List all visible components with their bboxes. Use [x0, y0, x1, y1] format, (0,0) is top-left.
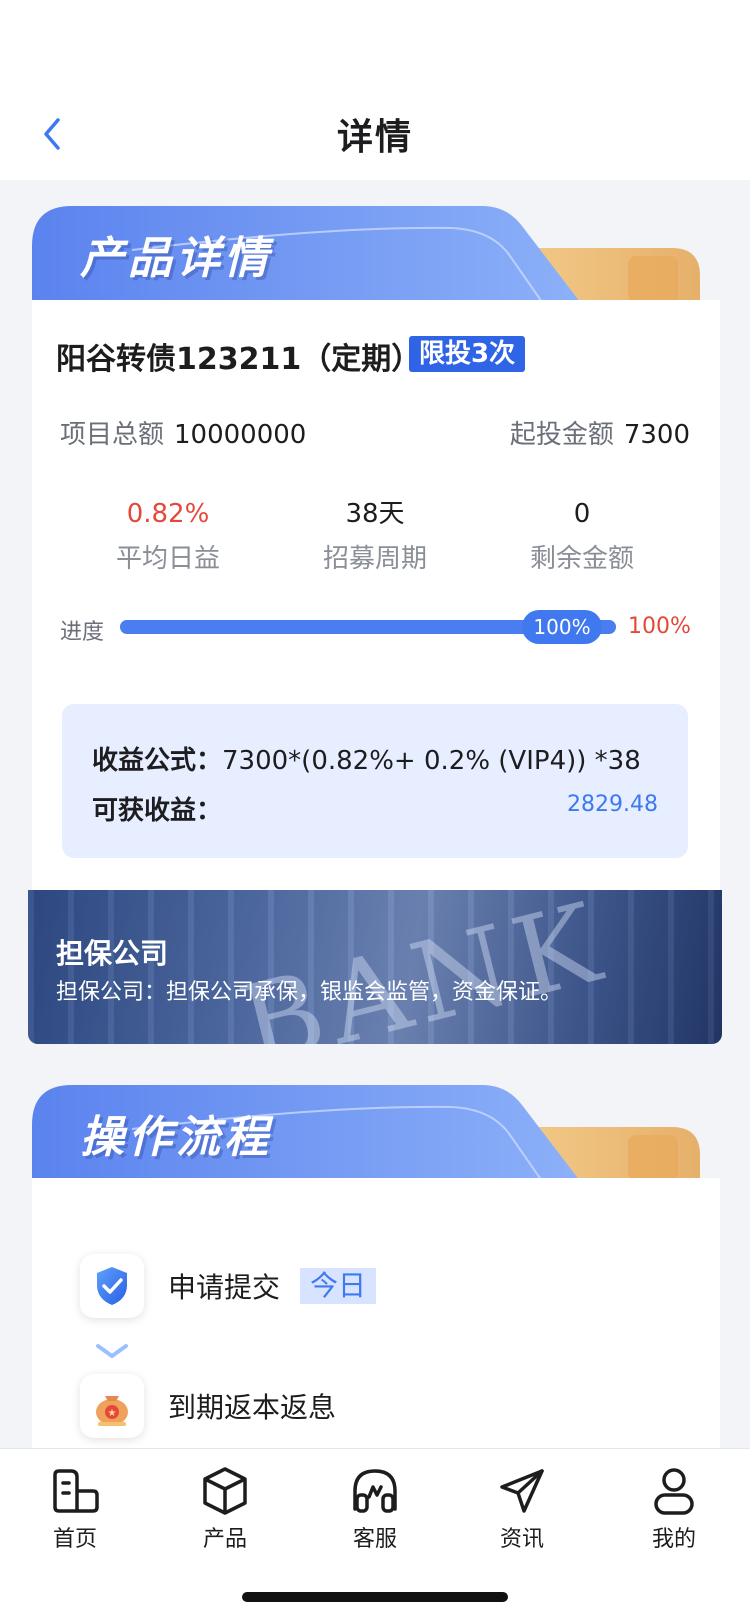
step-tag-today: 今日 [300, 1268, 377, 1304]
process-header: 操作流程 [80, 1112, 272, 1163]
progress-label: 进度 [60, 620, 105, 645]
stat-value: 0 [573, 499, 591, 529]
min-amount-label: 起投金额 [509, 420, 614, 450]
formula-box: 收益公式：7300*(0.82%+ 0.2% (VIP4)) *38 可获收益：… [62, 704, 688, 858]
nav-bar: 详情 [0, 88, 750, 180]
stat-value: 38天 [345, 499, 405, 529]
page-title: 详情 [336, 117, 413, 158]
tab-home[interactable]: 首页 [25, 1465, 125, 1553]
min-amount: 起投金额 7300 [510, 414, 690, 451]
step-label: 申请提交 [168, 1271, 281, 1304]
stat-period: 38天 招募周期 [275, 496, 475, 575]
min-amount-value: 7300 [623, 420, 690, 450]
guarantee-banner: BANK 担保公司 担保公司：担保公司承保，银监会监管，资金保证。 [28, 890, 722, 1044]
total-amount: 项目总额 10000000 [60, 414, 306, 451]
step-maturity: ★ 到期返本返息 [80, 1374, 336, 1438]
tab-service[interactable]: 客服 [325, 1465, 425, 1553]
tab-label: 资讯 [499, 1527, 544, 1552]
tab-label: 客服 [352, 1527, 397, 1552]
product-name: 阳谷转债123211（定期） [56, 342, 422, 377]
tab-label: 首页 [52, 1527, 97, 1552]
tab-news[interactable]: 资讯 [472, 1465, 572, 1553]
formula-label: 收益公式： [92, 746, 223, 776]
progress-percent: 100% [628, 614, 691, 639]
headset-icon [353, 1469, 397, 1513]
formula-value: 7300*(0.82%+ 0.2% (VIP4)) *38 [222, 746, 641, 776]
stat-caption: 平均日益 [115, 544, 220, 574]
status-bar [0, 0, 750, 88]
progress-bubble: 100% [522, 610, 602, 644]
home-indicator [242, 1592, 508, 1602]
gain-row: 可获收益： [92, 790, 222, 827]
paper-plane-icon [500, 1469, 544, 1513]
step-apply: 申请提交 今日 [80, 1254, 377, 1318]
product-detail-header: 产品详情 [80, 233, 272, 284]
product-detail-banner: 产品详情 [32, 206, 720, 302]
stat-value: 0.82% [126, 499, 210, 529]
guarantee-title: 担保公司 [56, 937, 169, 970]
total-amount-value: 10000000 [174, 420, 307, 450]
guarantee-desc: 担保公司：担保公司承保，银监会监管，资金保证。 [56, 980, 563, 1005]
process-banner: 操作流程 [32, 1085, 720, 1181]
person-icon [654, 1468, 694, 1515]
shield-check-icon [80, 1254, 144, 1318]
stat-remaining: 0 剩余金额 [482, 496, 682, 575]
total-amount-label: 项目总额 [60, 420, 165, 450]
money-bag-icon: ★ [80, 1374, 144, 1438]
cube-icon [203, 1467, 247, 1515]
formula-row: 收益公式：7300*(0.82%+ 0.2% (VIP4)) *38 [92, 740, 641, 777]
stat-caption: 剩余金额 [529, 544, 634, 574]
gain-value: 2829.48 [567, 792, 658, 817]
limit-badge: 限投3次 [409, 336, 526, 372]
stat-daily-return: 0.82% 平均日益 [68, 496, 268, 575]
chevron-down-icon [96, 1344, 128, 1359]
svg-text:★: ★ [108, 1408, 117, 1419]
gain-label: 可获收益： [92, 796, 223, 826]
step-label: 到期返本返息 [168, 1391, 337, 1424]
back-arrow-icon[interactable] [38, 116, 66, 152]
tab-label: 产品 [202, 1527, 247, 1552]
tab-product[interactable]: 产品 [175, 1465, 275, 1553]
stat-caption: 招募周期 [322, 544, 427, 574]
tab-mine[interactable]: 我的 [624, 1465, 724, 1553]
home-icon [53, 1469, 99, 1513]
tab-label: 我的 [651, 1527, 696, 1552]
